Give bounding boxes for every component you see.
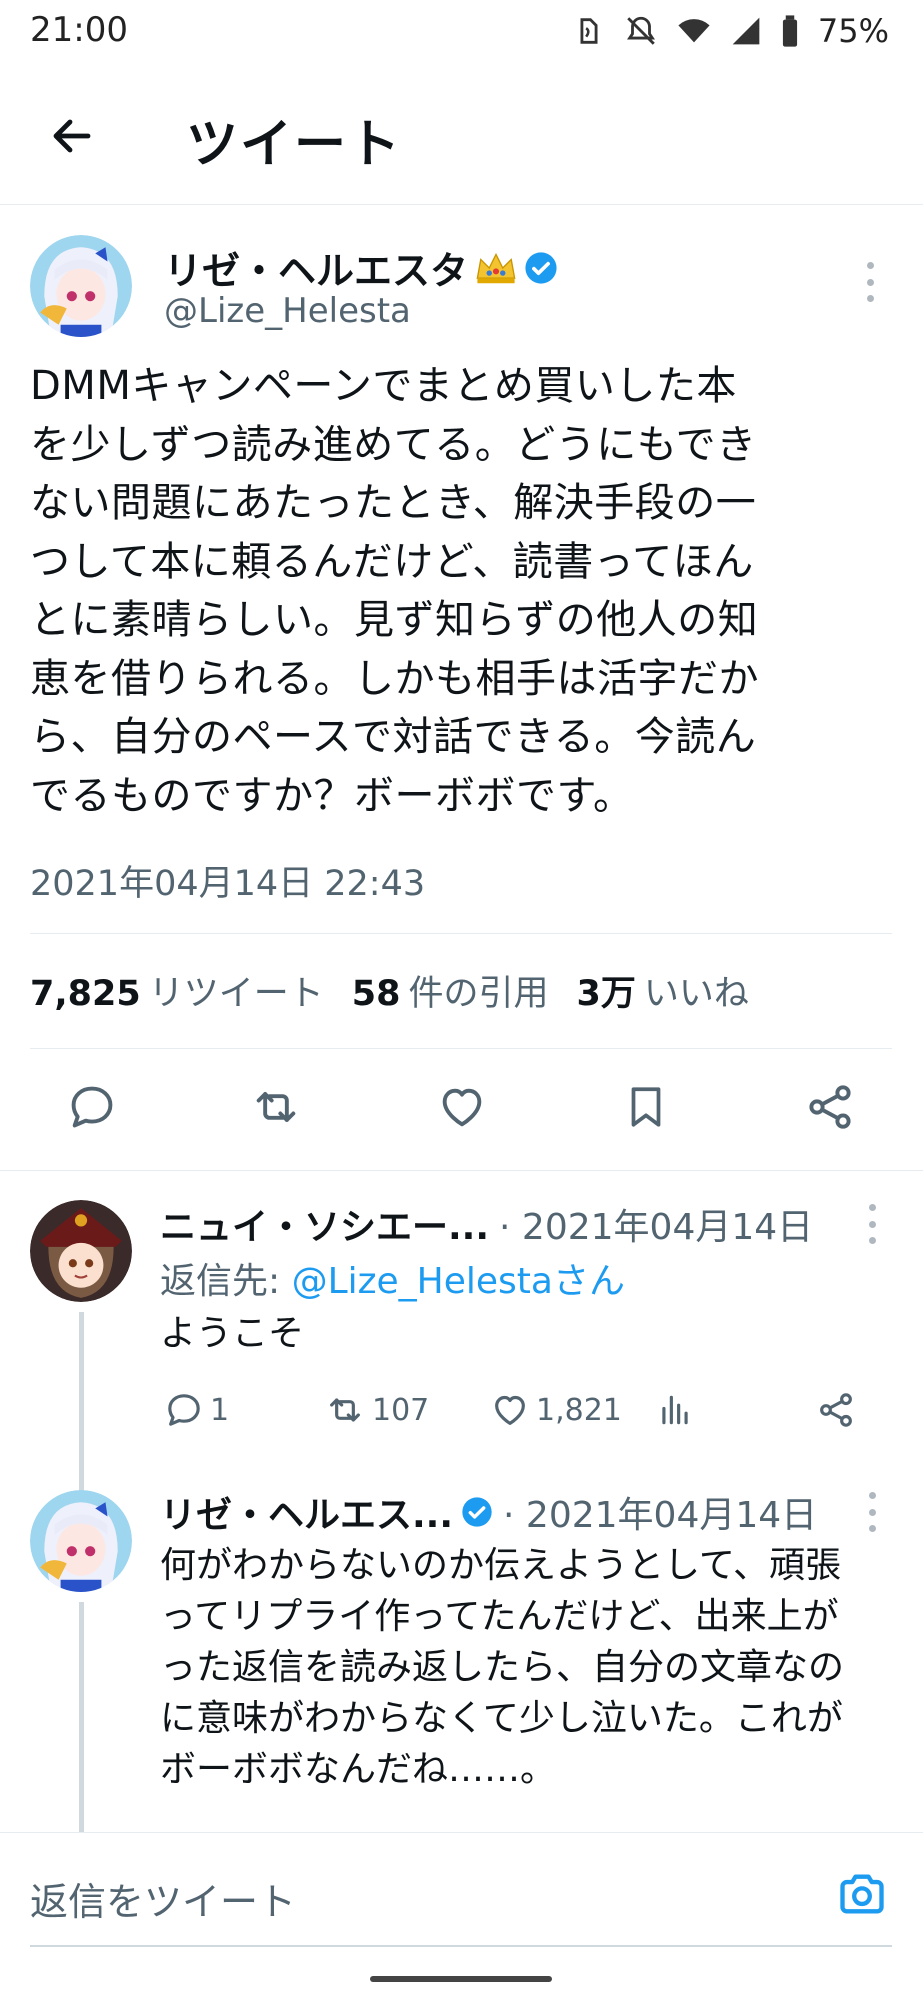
author-handle[interactable]: @Lize_Helesta bbox=[164, 291, 411, 331]
page-title: ツイート bbox=[186, 115, 403, 175]
status-bar: 21:00 75% bbox=[0, 0, 923, 64]
reply-share-button[interactable] bbox=[816, 1390, 856, 1430]
bookmark-button[interactable] bbox=[618, 1079, 674, 1135]
wifi-icon bbox=[678, 19, 710, 43]
status-time: 21:00 bbox=[30, 10, 128, 50]
tweet-text-line: とに素晴らしい。見ず知らずの他人の知 bbox=[30, 597, 759, 643]
like-label: いいね bbox=[643, 974, 749, 1014]
reply-text: ようこそ bbox=[160, 1313, 305, 1354]
tweet-stats: 7,825 リツイート 58 件の引用 3万 いいね bbox=[30, 965, 749, 1016]
tweet-timestamp: 2021年04月14日 22:43 bbox=[30, 864, 426, 904]
thread-line bbox=[79, 1602, 84, 1832]
verified-badge-icon bbox=[525, 251, 557, 284]
reply-to-mention[interactable]: @Lize_Helestaさん bbox=[292, 1261, 625, 1302]
reply-analytics-button[interactable] bbox=[656, 1390, 694, 1430]
retweet-label: リツイート bbox=[148, 974, 324, 1014]
heart-icon bbox=[495, 1395, 525, 1425]
retweet-icon bbox=[330, 1398, 360, 1422]
reply-header: ニュイ・ソシエー... · 2021年04月14日 bbox=[160, 1198, 813, 1250]
app-header: ツイート bbox=[0, 64, 923, 205]
battery-icon bbox=[782, 15, 797, 47]
reply-text-line: ボーボボなんだね……。 bbox=[160, 1749, 557, 1790]
share-button[interactable] bbox=[802, 1079, 858, 1135]
reply-icon bbox=[71, 1086, 113, 1128]
quote-label: 件の引用 bbox=[408, 974, 549, 1014]
more-options-icon[interactable] bbox=[860, 262, 880, 302]
reply-to-prefix: 返信先: bbox=[160, 1261, 292, 1302]
tweet-text-line: ない問題にあたったとき、解決手段の一 bbox=[30, 480, 757, 526]
verified-badge-icon bbox=[462, 1497, 492, 1527]
divider bbox=[30, 933, 892, 934]
camera-icon bbox=[840, 1874, 884, 1914]
reply-actions: 1 107 1,821 bbox=[160, 1390, 860, 1440]
author-name-text: リゼ・ヘルエスタ bbox=[164, 249, 469, 293]
analytics-icon bbox=[662, 1395, 688, 1425]
tweet-text-line: ら、自分のペースで対話できる。今読ん bbox=[30, 714, 757, 760]
more-options-icon[interactable] bbox=[862, 1204, 882, 1244]
reply-button[interactable] bbox=[64, 1079, 120, 1135]
home-indicator[interactable] bbox=[370, 1976, 552, 1982]
retweet-stat[interactable]: 7,825 リツイート bbox=[30, 965, 324, 1016]
compose-underline bbox=[30, 1945, 892, 1947]
reply-text-line: ってリプライ作ってたんだけど、出来上が bbox=[160, 1596, 839, 1637]
reply-text-line: った返信を読み返したら、自分の文章なの bbox=[160, 1647, 845, 1688]
share-icon bbox=[809, 1085, 851, 1129]
quote-stat[interactable]: 58 件の引用 bbox=[352, 965, 549, 1016]
reply-compose-bar[interactable]: 返信をツイート bbox=[0, 1832, 923, 1957]
like-count: 3万 bbox=[576, 974, 636, 1014]
reply-text: 何がわからないのか伝えようとして、頑張 ってリプライ作ってたんだけど、出来上が … bbox=[160, 1540, 900, 1795]
tweet-text: DMMキャンペーンでまとめ買いした本 を少しずつ読み進めてる。どうにもでき ない… bbox=[30, 357, 890, 825]
reply-to: 返信先: @Lize_Helestaさん bbox=[160, 1252, 625, 1304]
crown-icon bbox=[476, 252, 516, 283]
reply-text-line: 何がわからないのか伝えようとして、頑張 bbox=[160, 1545, 842, 1586]
quote-count: 58 bbox=[351, 974, 401, 1014]
share-icon bbox=[820, 1393, 852, 1427]
reply-text-line: に意味がわからなくて少し泣いた。これが bbox=[160, 1698, 843, 1739]
tweet-text-line: 恵を借りられる。しかも相手は活字だか bbox=[30, 655, 759, 702]
like-count: 1,821 bbox=[536, 1392, 622, 1428]
avatar[interactable] bbox=[30, 1200, 132, 1302]
tweet-text-line: を少しずつ読み進めてる。どうにもでき bbox=[30, 421, 757, 468]
reply-count: 1 bbox=[210, 1392, 230, 1428]
like-button[interactable] bbox=[434, 1079, 490, 1135]
camera-button[interactable] bbox=[835, 1867, 889, 1921]
reply-date: · 2021年04月14日 bbox=[499, 1207, 814, 1248]
tweet-text-line: つして本に頼るんだけど、読書ってほん bbox=[30, 538, 754, 585]
reply-reply-button[interactable]: 1 bbox=[164, 1390, 229, 1430]
cell-signal-icon bbox=[732, 17, 760, 45]
reply-like-button[interactable]: 1,821 bbox=[490, 1390, 622, 1430]
bookmark-icon bbox=[631, 1087, 661, 1127]
reply-header: リゼ・ヘルエス... · 2021年04月14日 bbox=[160, 1486, 817, 1538]
back-button[interactable] bbox=[40, 104, 104, 168]
reply-date: · 2021年04月14日 bbox=[503, 1495, 818, 1536]
author-name[interactable]: リゼ・ヘルエスタ bbox=[164, 240, 558, 295]
avatar[interactable] bbox=[30, 235, 132, 337]
avatar[interactable] bbox=[30, 1490, 132, 1592]
retweet-count: 107 bbox=[372, 1392, 430, 1428]
tweet-text-line: DMMキャンペーンでまとめ買いした本 bbox=[30, 363, 737, 409]
reply-author-name[interactable]: リゼ・ヘルエス... bbox=[160, 1486, 453, 1538]
like-stat[interactable]: 3万 いいね bbox=[576, 965, 748, 1016]
reply-input[interactable]: 返信をツイート bbox=[30, 1871, 296, 1926]
retweet-button[interactable] bbox=[248, 1079, 304, 1135]
battery-level: 75% bbox=[817, 12, 889, 50]
retweet-count: 7,825 bbox=[30, 974, 141, 1014]
thread-line bbox=[79, 1312, 84, 1500]
tweet-actions bbox=[0, 1049, 923, 1171]
nfc-icon bbox=[580, 18, 598, 44]
retweet-icon bbox=[256, 1092, 296, 1122]
more-options-icon[interactable] bbox=[862, 1492, 882, 1532]
reply-icon bbox=[168, 1394, 200, 1426]
reply-retweet-button[interactable]: 107 bbox=[324, 1390, 429, 1430]
arrow-left-icon bbox=[53, 119, 91, 153]
heart-icon bbox=[442, 1088, 482, 1127]
status-icons: 75% bbox=[572, 12, 889, 50]
mute-bell-icon bbox=[626, 16, 655, 45]
reply-author-name[interactable]: ニュイ・ソシエー... bbox=[160, 1198, 489, 1250]
tweet-text-line: でるものですか？ボーボボです。 bbox=[30, 772, 634, 819]
